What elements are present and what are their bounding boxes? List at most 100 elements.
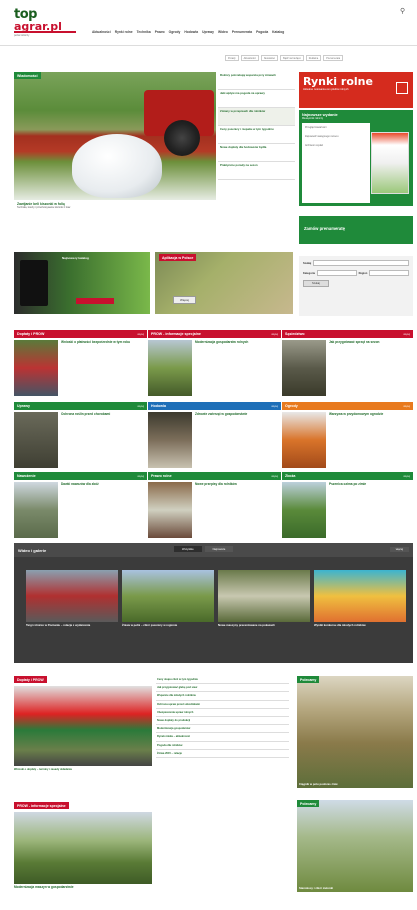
util-link[interactable]: Reklama [305, 55, 322, 61]
card-image[interactable] [148, 340, 192, 396]
video-tile[interactable]: Wyniki konkursu dla młodych rolników [314, 570, 406, 650]
video-tab-new[interactable]: Najnowsze [204, 546, 234, 552]
more-link[interactable]: więcej [403, 333, 410, 336]
section-head[interactable]: Hodowla więcej [148, 402, 281, 410]
bottom-right-image[interactable]: Polecamy Ciągnik w polu podczas żniw [297, 676, 413, 788]
side-item-active[interactable]: Zmiany w przepisach dla rolników [218, 108, 295, 126]
bottom-right-caption[interactable]: Ciągnik w polu podczas żniw [299, 782, 338, 786]
card-title[interactable]: Ochrona roślin przed chorobami [61, 412, 146, 417]
util-link[interactable]: Newsletter [260, 55, 279, 61]
nav-item[interactable]: Prenumerata [232, 30, 252, 34]
news-item[interactable]: Ubezpieczenia upraw rolnych [156, 709, 289, 718]
section-head[interactable]: Prawo rolne więcej [148, 472, 281, 480]
bottom-left-image[interactable] [14, 686, 152, 766]
video-tile[interactable]: Żniwa w pełni – zbiór pszenicy w regioni… [122, 570, 214, 650]
nav-item[interactable]: Wideo [218, 30, 228, 34]
util-link[interactable]: Porady [225, 55, 239, 61]
news-item[interactable]: Ochrona upraw przed szkodnikami [156, 701, 289, 709]
hero-badge[interactable]: Wiadomości [14, 72, 41, 79]
bottom-right2-caption[interactable]: Sianokosy i zbiór zielonki [299, 886, 333, 890]
more-link[interactable]: więcej [403, 405, 410, 408]
video-tile[interactable]: Nowe maszyny prezentowane na pokazach [218, 570, 310, 650]
rynki-rolne-box[interactable]: Rynki rolne Aktualne notowania cen płodó… [299, 72, 413, 108]
card-image[interactable] [148, 482, 192, 538]
news-item[interactable]: Modernizacja gospodarstw [156, 725, 289, 734]
nav-item[interactable]: Ogrody [169, 30, 181, 34]
nav-item[interactable]: Rynki rolne [115, 30, 133, 34]
nav-item[interactable]: Pogoda [256, 30, 268, 34]
card-image[interactable] [148, 412, 192, 468]
video-thumb[interactable] [314, 570, 406, 622]
promo-left-cta[interactable] [76, 298, 114, 304]
video-thumb[interactable] [218, 570, 310, 622]
news-item[interactable]: Rynek mleka – aktualności [156, 733, 289, 742]
section-head[interactable]: Dopłaty i PROW więcej [14, 330, 147, 338]
more-link[interactable]: więcej [271, 405, 278, 408]
card-image[interactable] [14, 412, 58, 468]
news-item[interactable]: Jak przygotować glebę pod siew [156, 684, 289, 693]
bottom-left2-badge[interactable]: PROW - informacje specjalne [14, 802, 69, 809]
video-caption[interactable]: Wyniki konkursu dla młodych rolników [314, 623, 406, 627]
nav-item[interactable]: Uprawy [202, 30, 214, 34]
magazine-item[interactable]: Przegląd zawartości [302, 123, 370, 132]
promo-catalog[interactable]: Najnowszy katalog [14, 252, 150, 314]
bottom-left2-caption[interactable]: Modernizacja maszyn w gospodarstwie [14, 885, 152, 890]
news-item[interactable]: Żniwa 2015 – relacje [156, 750, 289, 759]
hero-image[interactable] [14, 72, 216, 200]
category-select[interactable] [316, 270, 357, 276]
side-item[interactable]: Rolnicy potrzebują wsparcia przy żniwach [218, 72, 295, 90]
section-head[interactable]: Zboża więcej [282, 472, 413, 480]
news-item[interactable]: Nowe dopłaty do produkcji [156, 717, 289, 726]
more-link[interactable]: więcej [137, 333, 144, 336]
nav-item[interactable]: Katalog [272, 30, 284, 34]
more-link[interactable]: więcej [137, 475, 144, 478]
util-link[interactable]: Bądź na bieżąco [280, 55, 304, 61]
more-link[interactable]: więcej [403, 475, 410, 478]
nav-item[interactable]: Prawo [155, 30, 165, 34]
more-link[interactable]: więcej [137, 405, 144, 408]
card-title[interactable]: Pszenica ozima po zimie [329, 482, 414, 487]
promo-more-button[interactable]: Więcej [173, 296, 197, 304]
side-item[interactable]: Ceny pszenicy i rzepaku w tym tygodniu [218, 126, 295, 144]
video-caption[interactable]: Żniwa w pełni – zbiór pszenicy w regioni… [122, 623, 214, 627]
card-image[interactable] [282, 482, 326, 538]
news-item[interactable]: Wsparcie dla młodych rolników [156, 692, 289, 701]
magazine-item[interactable]: Archiwum wydań [302, 141, 370, 150]
region-select[interactable] [369, 270, 410, 276]
site-logo[interactable]: top agrar.pl portal rolniczy [14, 8, 76, 37]
bottom-left-badge[interactable]: Dopłaty i PROW [14, 676, 47, 683]
promo-app[interactable]: Aplikacja w Polsce Więcej [155, 252, 293, 314]
section-head[interactable]: Nawożenie więcej [14, 472, 147, 480]
search-input[interactable] [313, 260, 409, 266]
search-submit-button[interactable]: Szukaj [303, 280, 329, 287]
side-item[interactable]: Praktyczne porady na sezon [218, 162, 295, 180]
video-more-link[interactable]: więcej [389, 547, 409, 552]
video-caption[interactable]: Nowe maszyny prezentowane na pokazach [218, 623, 310, 627]
card-image[interactable] [282, 412, 326, 468]
nav-item[interactable]: Hodowla [184, 30, 198, 34]
util-link[interactable]: Aktualności [240, 55, 259, 61]
section-head[interactable]: PROW - informacje specjalne więcej [148, 330, 281, 338]
nav-item[interactable]: Aktualności [92, 30, 111, 34]
card-title[interactable]: Jak przygotować sprzęt na sezon [329, 340, 414, 345]
card-title[interactable]: Warzywa w przydomowym ogrodzie [329, 412, 414, 417]
bottom-right2-image[interactable]: Polecamy Sianokosy i zbiór zielonki [297, 800, 413, 892]
card-image[interactable] [14, 340, 58, 396]
video-caption[interactable]: Targi rolnicze w Poznaniu – relacja z wy… [26, 623, 118, 627]
section-head[interactable]: Uprawy więcej [14, 402, 147, 410]
video-tile[interactable]: Targi rolnicze w Poznaniu – relacja z wy… [26, 570, 118, 650]
more-link[interactable]: więcej [271, 475, 278, 478]
magazine-item[interactable]: Zapowiedź następnego numeru [302, 132, 370, 141]
util-link[interactable]: Prenumerata [323, 55, 344, 61]
nav-item[interactable]: Technika [137, 30, 151, 34]
card-title[interactable]: Zdrowie zwierząt w gospodarstwie [195, 412, 280, 417]
hero-caption[interactable]: Zawijanie beli kiszonki w folię Technika… [14, 200, 216, 226]
video-tab-all[interactable]: Wszystkie [174, 546, 202, 552]
card-image[interactable] [14, 482, 58, 538]
section-head[interactable]: Ogrody więcej [282, 402, 413, 410]
card-title[interactable]: Wnioski o płatności bezpośrednie w tym r… [61, 340, 146, 345]
magazine-cover[interactable] [371, 132, 409, 194]
section-head[interactable]: Sąsiedztwo więcej [282, 330, 413, 338]
bottom-left-caption[interactable]: Wnioski o dopłaty – terminy i zasady skł… [14, 768, 152, 772]
bottom-left2-image[interactable] [14, 812, 152, 884]
